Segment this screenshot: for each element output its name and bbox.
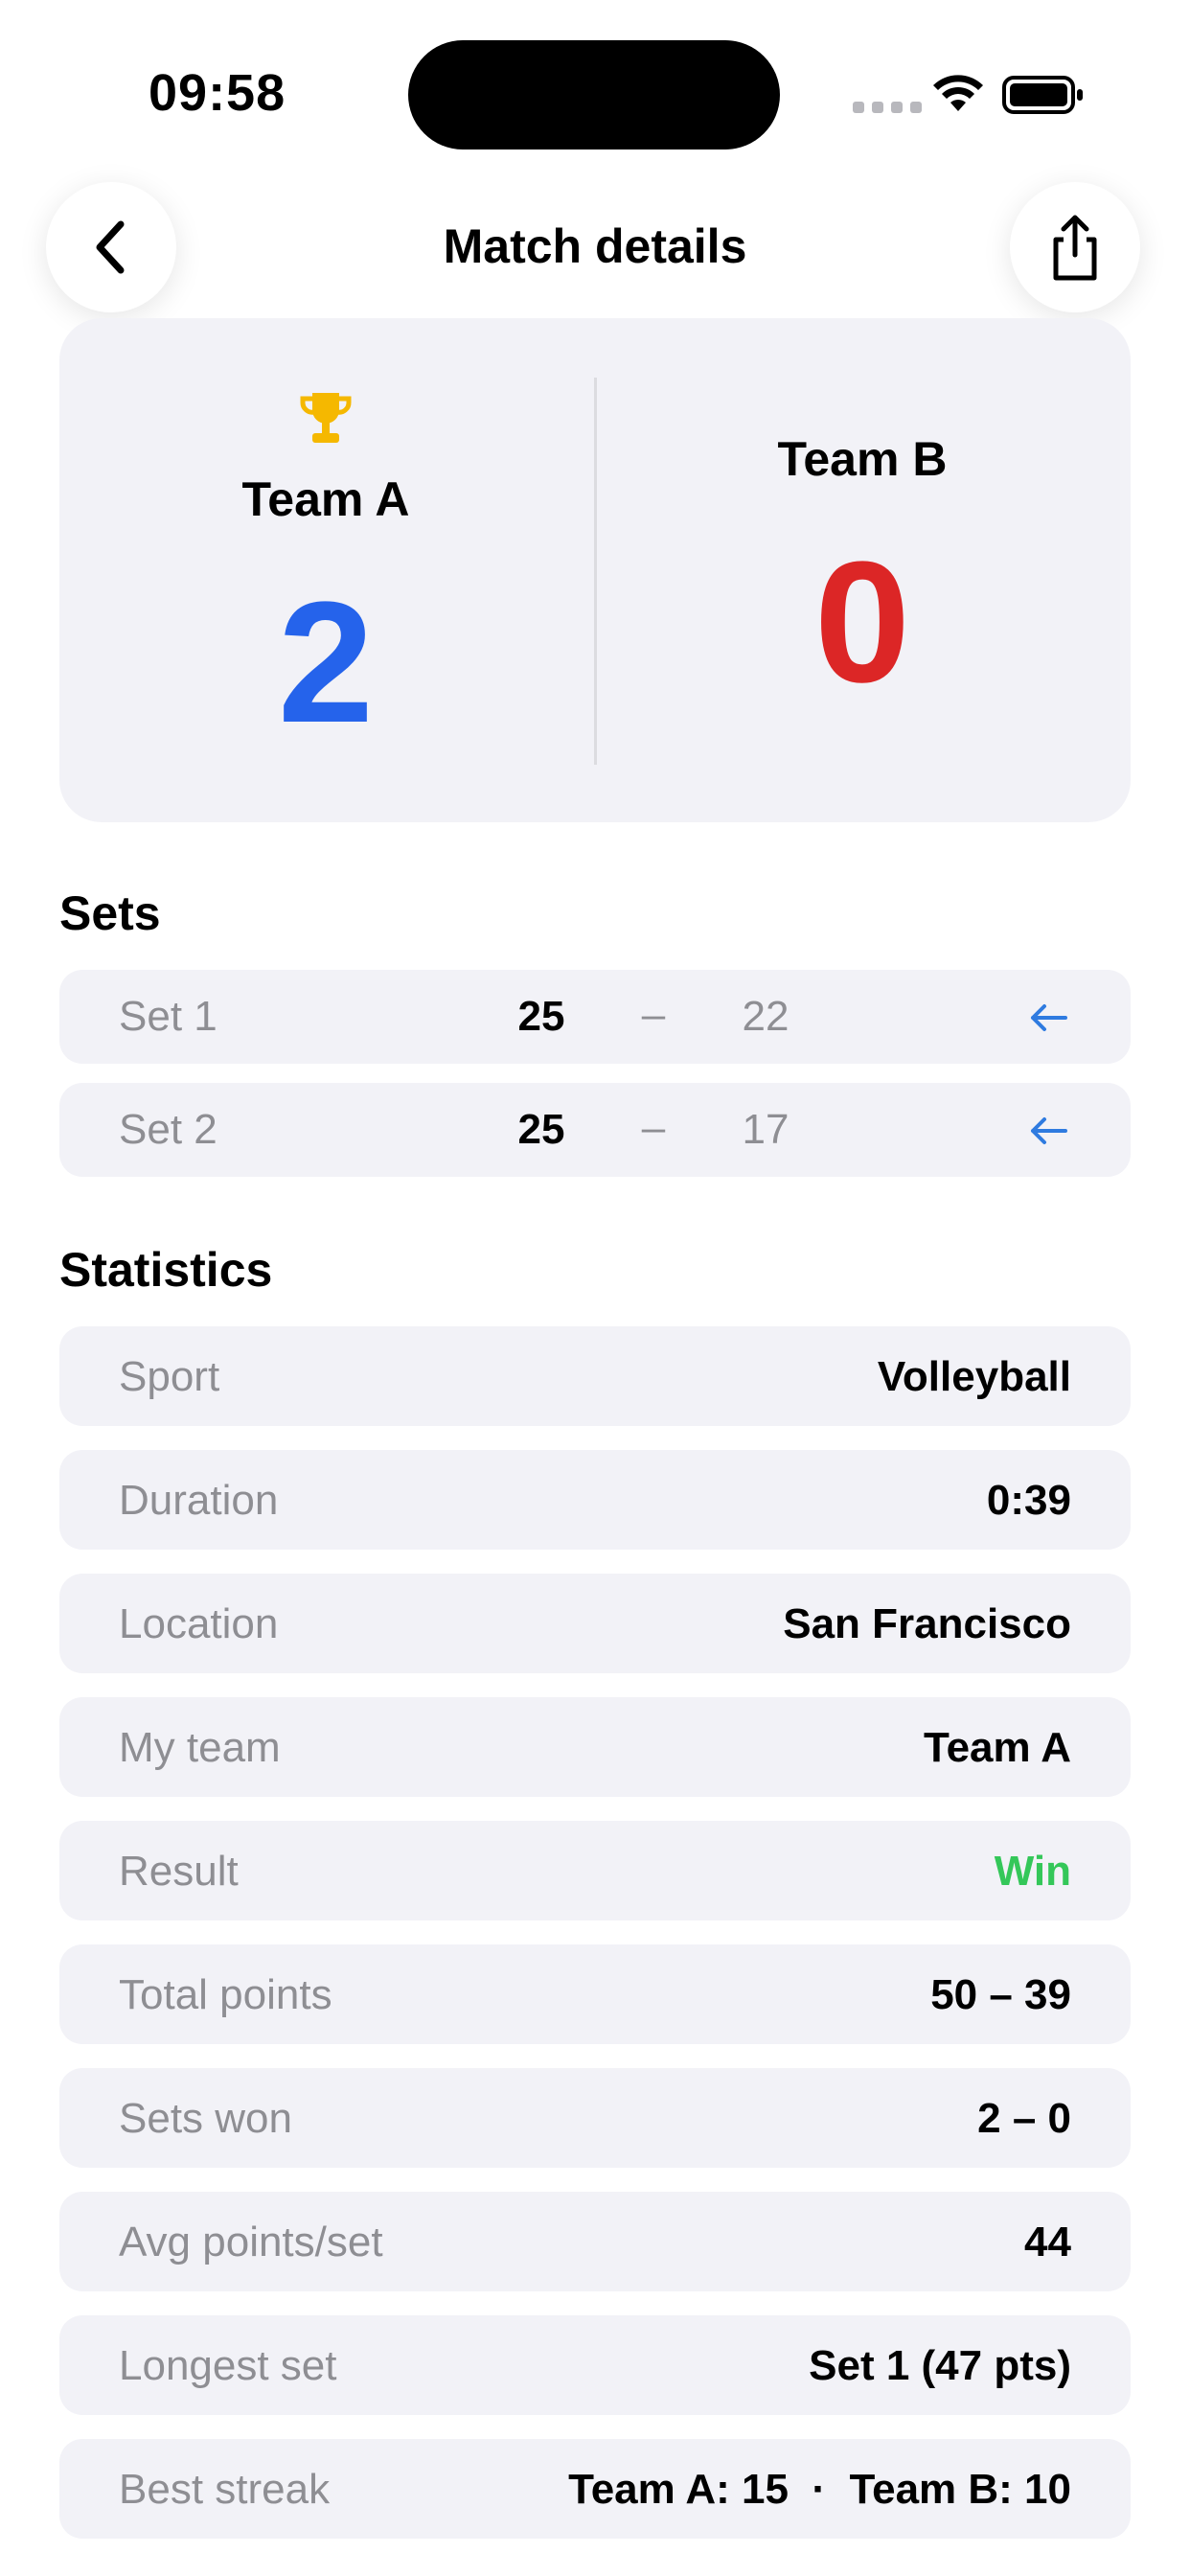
stat-value: 2 – 0 (977, 2095, 1071, 2142)
set-score-separator: – (641, 991, 666, 1038)
stat-row-my-team: My team Team A (59, 1697, 1131, 1797)
stat-value: San Francisco (783, 1600, 1071, 1647)
set-row: Set 1 25 – 22 (59, 970, 1131, 1064)
stat-value: 50 – 39 (930, 1971, 1071, 2018)
stat-label: Avg points/set (119, 2219, 383, 2266)
stat-label: My team (119, 1724, 281, 1771)
set-score-team-a: 25 (517, 1106, 565, 1153)
set-score-team-b: 17 (742, 1106, 790, 1153)
stat-row-longest-set: Longest set Set 1 (47 pts) (59, 2315, 1131, 2415)
team-b-score: 0 (813, 526, 911, 719)
stat-label: Longest set (119, 2342, 337, 2389)
stat-row-sport: Sport Volleyball (59, 1326, 1131, 1426)
stat-label: Location (119, 1600, 279, 1647)
score-card: Team A 2 Team B 0 (59, 318, 1131, 822)
stat-row-best-streak: Best streak Team A: 15 · Team B: 10 (59, 2439, 1131, 2539)
cellular-signal-icon (853, 102, 922, 113)
arrow-left-icon (1031, 1004, 1067, 1031)
status-bar: 09:58 (0, 0, 1190, 172)
stat-value: Volleyball (877, 1353, 1071, 1400)
team-a-name: Team A (241, 472, 410, 526)
wifi-icon (933, 75, 983, 111)
share-icon (1053, 215, 1097, 281)
stat-label: Sport (119, 1353, 220, 1400)
arrow-left-icon (1031, 1117, 1067, 1144)
stat-label: Best streak (119, 2466, 331, 2513)
stat-row-result: Result Win (59, 1821, 1131, 1920)
stat-row-location: Location San Francisco (59, 1574, 1131, 1673)
stat-label: Total points (119, 1971, 332, 2018)
team-b-name: Team B (777, 432, 948, 486)
stat-row-total-points: Total points 50 – 39 (59, 1944, 1131, 2044)
stat-row-sets-won: Sets won 2 – 0 (59, 2068, 1131, 2168)
statistics-section-title: Statistics (59, 1243, 273, 1297)
set-score-separator: – (641, 1104, 666, 1151)
team-a-score: 2 (277, 566, 375, 759)
stat-value: 0:39 (986, 1477, 1071, 1524)
stat-label: Sets won (119, 2095, 292, 2142)
stat-value: Set 1 (47 pts) (809, 2342, 1071, 2389)
dynamic-island (408, 40, 780, 150)
stat-row-avg-points: Avg points/set 44 (59, 2192, 1131, 2291)
result-value: Win (994, 1848, 1071, 1895)
stat-row-duration: Duration 0:39 (59, 1450, 1131, 1550)
set-score-team-a: 25 (517, 993, 565, 1040)
set-label: Set 1 (119, 993, 217, 1040)
trophy-icon (300, 393, 352, 443)
share-button[interactable] (1010, 182, 1140, 312)
status-time: 09:58 (149, 64, 286, 122)
sets-section-title: Sets (59, 886, 161, 940)
battery-icon (1002, 76, 1083, 114)
set-row: Set 2 25 – 17 (59, 1083, 1131, 1177)
stat-value: 44 (1024, 2219, 1071, 2266)
set-score-team-b: 22 (742, 993, 790, 1040)
stat-value: Team A: 15 · Team B: 10 (568, 2466, 1071, 2513)
match-details-screen: 09:58 Match details Team A 2 Team B 0 Se… (0, 0, 1190, 2576)
stat-value: Team A (923, 1724, 1071, 1771)
stat-label: Result (119, 1848, 239, 1895)
score-divider (594, 378, 597, 765)
stat-label: Duration (119, 1477, 279, 1524)
set-label: Set 2 (119, 1106, 217, 1153)
